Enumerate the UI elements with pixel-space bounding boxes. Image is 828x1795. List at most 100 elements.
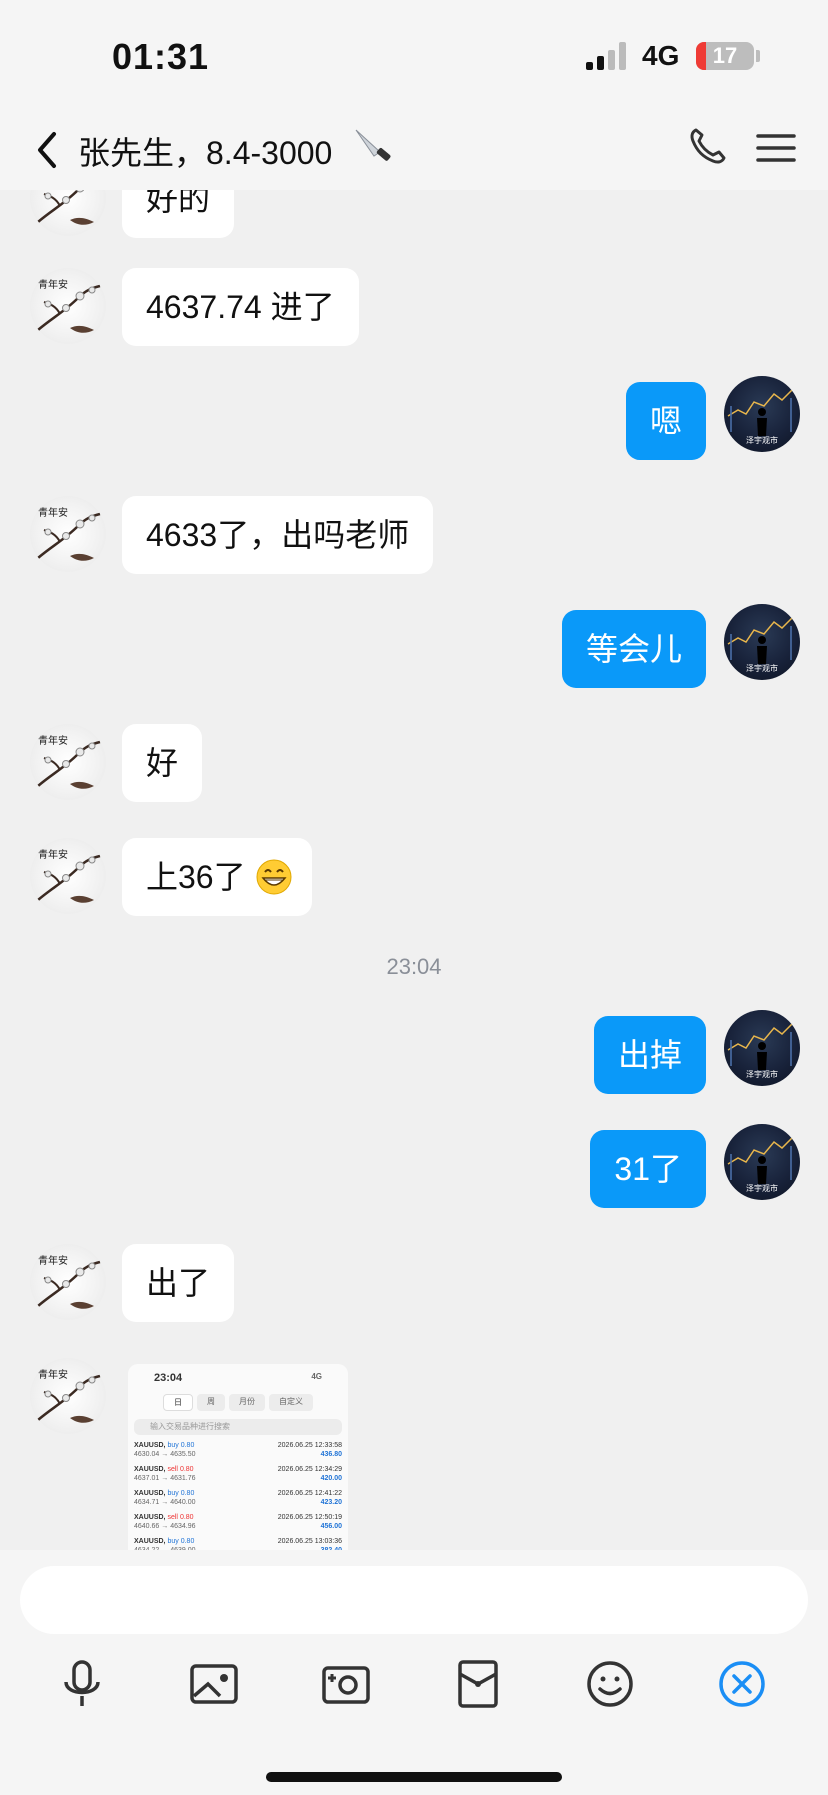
screenshot-thumbnail: 23:04 4G 日 周 月份 自定义 输入交易品种进行搜索 XAUUSD, b…: [128, 1364, 348, 1550]
message-row: 青年安 23:04 4G 日 周 月份 自定义 输入交易品种进行搜索 XAUUS…: [0, 1358, 828, 1550]
message-row: 嗯 泽宇观市: [0, 376, 828, 462]
chart-silhouette-avatar-icon: 泽宇观市: [727, 1135, 795, 1193]
nav-bar: 张先生，8.4-3000: [0, 110, 828, 190]
thumbnail-trade-field: XAUUSD,: [134, 1538, 166, 1545]
my-avatar[interactable]: 泽宇观市: [724, 376, 800, 452]
thumbnail-search: 输入交易品种进行搜索: [134, 1419, 342, 1435]
plum-blossom-avatar-icon: 青年安: [37, 1368, 101, 1423]
thumbnail-trade-list: XAUUSD, buy 0.80 2026.06.25 12:33:58 4630.…: [134, 1441, 342, 1550]
thumbnail-tab: 自定义: [269, 1394, 313, 1411]
my-avatar[interactable]: 泽宇观市: [724, 1010, 800, 1086]
my-avatar[interactable]: 泽宇观市: [724, 1124, 800, 1200]
thumbnail-trade-field: 436.80: [320, 1451, 342, 1458]
microphone-icon[interactable]: [50, 1652, 114, 1716]
message-bubble[interactable]: 等会儿: [561, 610, 706, 688]
message-row: 青年安 出了: [0, 1244, 828, 1324]
contact-avatar[interactable]: 青年安: [30, 838, 106, 914]
thumbnail-time: 23:04: [154, 1372, 183, 1384]
back-icon[interactable]: [28, 128, 68, 172]
message-bubble[interactable]: 上36了: [122, 838, 312, 916]
thumbnail-status-bar: 23:04 4G: [134, 1372, 342, 1384]
message-bubble[interactable]: 4637.74 进了: [122, 268, 359, 346]
thumbnail-trade-field: 423.20: [320, 1499, 342, 1506]
thumbnail-trade-field: XAUUSD,: [134, 1466, 166, 1473]
thumbnail-trade-field: 2026.06.25 13:03:36: [277, 1538, 342, 1545]
my-avatar[interactable]: 泽宇观市: [724, 604, 800, 680]
camera-icon[interactable]: [314, 1652, 378, 1716]
thumbnail-tab: 月份: [229, 1394, 265, 1411]
plum-blossom-avatar-icon: 青年安: [37, 278, 101, 333]
message-bubble[interactable]: 出了: [122, 1244, 235, 1322]
avatar-text: 青年安: [38, 278, 68, 291]
message-bubble[interactable]: 出掉: [593, 1016, 706, 1094]
emoji-icon[interactable]: [578, 1652, 642, 1716]
chat-list[interactable]: 好的 青年安 4637.74 进了 嗯 泽宇观市 青年安 4633了，出吗老师 …: [0, 190, 828, 1550]
message-row: 31了 泽宇观市: [0, 1124, 828, 1210]
message-row: 出掉 泽宇观市: [0, 1010, 828, 1096]
contact-avatar[interactable]: [30, 190, 106, 236]
thumbnail-trade-row: XAUUSD, sell 0.80 2026.06.25 12:34:29 4637…: [134, 1465, 342, 1483]
message-bubble[interactable]: 好: [122, 724, 203, 802]
thumbnail-trade-field: buy: [167, 1538, 179, 1545]
chart-silhouette-avatar-icon: 泽宇观市: [727, 387, 795, 445]
thumbnail-trade-row: XAUUSD, buy 0.80 2026.06.25 12:33:58 4630.…: [134, 1441, 342, 1459]
phone-call-icon[interactable]: [686, 124, 730, 168]
network-type: 4G: [642, 40, 680, 71]
knife-emoji-icon: [355, 129, 391, 161]
thumbnail-trade-row: XAUUSD, buy 0.80 2026.06.25 12:41:22 4634.…: [134, 1489, 342, 1507]
battery-icon: 17: [696, 42, 754, 70]
avatar-text: 泽宇观市: [746, 1069, 778, 1079]
message-bubble[interactable]: 嗯: [625, 382, 706, 460]
close-icon[interactable]: [710, 1652, 774, 1716]
thumbnail-trade-field: 2026.06.25 12:33:58: [277, 1442, 342, 1449]
home-indicator[interactable]: [266, 1772, 562, 1782]
thumbnail-trade-field: 2026.06.25 12:50:19: [277, 1514, 342, 1521]
thumbnail-trade-field: 0.80: [179, 1466, 194, 1473]
thumbnail-trade-field: buy: [167, 1490, 179, 1497]
signal-strength-icon: [586, 42, 630, 70]
menu-icon[interactable]: [756, 130, 796, 166]
thumbnail-trade-field: 2026.06.25 12:34:29: [277, 1466, 342, 1473]
plum-blossom-avatar-icon: 青年安: [37, 734, 101, 789]
message-row: 青年安 4633了，出吗老师: [0, 496, 828, 576]
status-bar: 01:31 4G 17: [0, 0, 828, 110]
thumbnail-trade-field: 0.80: [180, 1442, 195, 1449]
thumbnail-tab: 日: [163, 1394, 193, 1411]
plum-blossom-avatar-icon: 青年安: [37, 848, 101, 903]
avatar-text: 泽宇观市: [746, 663, 778, 673]
contact-avatar[interactable]: 青年安: [30, 496, 106, 572]
thumbnail-trade-field: XAUUSD,: [134, 1514, 166, 1521]
thumbnail-trade-row: XAUUSD, sell 0.80 2026.06.25 12:50:19 4640…: [134, 1513, 342, 1531]
avatar-text: 青年安: [38, 506, 68, 519]
chart-silhouette-avatar-icon: 泽宇观市: [727, 1021, 795, 1079]
thumbnail-trade-field: 4630.04 → 4635.50: [134, 1451, 196, 1458]
contact-avatar[interactable]: 青年安: [30, 1244, 106, 1320]
red-packet-icon[interactable]: [446, 1652, 510, 1716]
thumbnail-trade-field: 0.80: [180, 1490, 195, 1497]
image-icon[interactable]: [182, 1652, 246, 1716]
thumbnail-network: 4G: [311, 1372, 322, 1381]
thumbnail-trade-field: 456.00: [320, 1523, 342, 1530]
avatar-text: 泽宇观市: [746, 435, 778, 445]
thumbnail-trade-field: sell: [167, 1514, 178, 1521]
thumbnail-trade-field: 4634.71 → 4640.00: [134, 1499, 196, 1506]
contact-avatar[interactable]: 青年安: [30, 268, 106, 344]
contact-avatar[interactable]: 青年安: [30, 724, 106, 800]
plum-blossom-avatar-icon: 青年安: [37, 506, 101, 561]
message-bubble[interactable]: 4633了，出吗老师: [122, 496, 434, 574]
input-area: [0, 1550, 828, 1795]
message-text: 上36了: [146, 859, 246, 895]
contact-avatar[interactable]: 青年安: [30, 1358, 106, 1434]
plum-blossom-avatar-icon: [37, 190, 94, 225]
message-bubble[interactable]: 31了: [590, 1130, 706, 1208]
chat-title: 张先生，8.4-3000: [78, 135, 333, 171]
image-message[interactable]: 23:04 4G 日 周 月份 自定义 输入交易品种进行搜索 XAUUSD, b…: [128, 1364, 348, 1550]
message-row: 青年安 好: [0, 724, 828, 804]
thumbnail-trade-field: 420.00: [320, 1475, 342, 1482]
thumbnail-trade-field: 0.80: [179, 1514, 194, 1521]
message-input[interactable]: [20, 1566, 808, 1634]
thumbnail-tab: 周: [197, 1394, 225, 1411]
message-row: 好的: [0, 190, 828, 240]
avatar-text: 泽宇观市: [746, 1183, 778, 1193]
message-bubble[interactable]: 好的: [122, 190, 235, 238]
